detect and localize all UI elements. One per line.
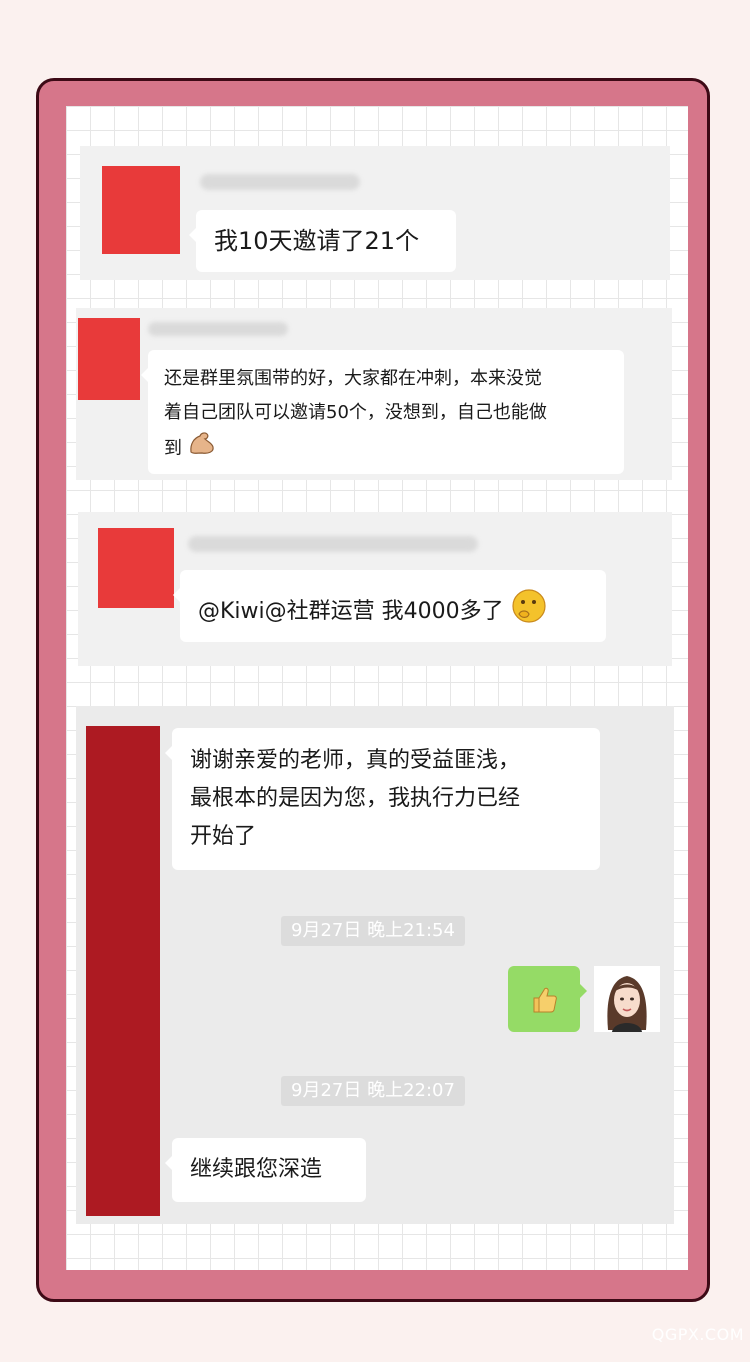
message-text: 我10天邀请了21个 — [214, 227, 420, 255]
my-message-bubble[interactable] — [508, 966, 587, 1032]
avatar[interactable] — [98, 528, 174, 608]
message-bubble[interactable]: @Kiwi@社群运营 我4000多了 — [173, 570, 606, 642]
message-bubble[interactable]: 还是群里氛围带的好，大家都在冲刺，本来没觉 着自己团队可以邀请50个，没想到，自… — [141, 350, 624, 474]
thumbs-up-icon — [528, 984, 560, 1020]
timestamp: 9月27日 晚上21:54 — [281, 916, 465, 946]
message-line: 最根本的是因为您，我执行力已经 — [190, 786, 521, 811]
message-bubble[interactable]: 谢谢亲爱的老师，真的受益匪浅， 最根本的是因为您，我执行力已经 开始了 — [165, 728, 600, 870]
flexed-biceps-icon — [188, 430, 216, 468]
avatar[interactable] — [102, 166, 180, 254]
message-line: 着自己团队可以邀请50个，没想到，自己也能做 — [164, 402, 547, 423]
message-text: @Kiwi@社群运营 我4000多了 — [198, 599, 504, 624]
message-text: 继续跟您深造 — [190, 1157, 323, 1182]
blurred-username — [148, 322, 288, 336]
timestamp: 9月27日 晚上22:07 — [281, 1076, 465, 1106]
blurred-username — [200, 174, 360, 190]
avatar[interactable] — [86, 726, 160, 1216]
message-bubble[interactable]: 我10天邀请了21个 — [189, 210, 456, 272]
watermark: QGPX.COM — [651, 1325, 744, 1344]
blurred-username — [188, 536, 478, 552]
message-bubble[interactable]: 继续跟您深造 — [165, 1138, 366, 1202]
thinking-face-icon — [511, 588, 547, 636]
message-line: 开始了 — [190, 824, 257, 849]
my-avatar[interactable] — [594, 966, 660, 1032]
message-line: 还是群里氛围带的好，大家都在冲刺，本来没觉 — [164, 368, 542, 389]
message-line: 谢谢亲爱的老师，真的受益匪浅， — [190, 748, 521, 773]
message-line: 到 — [164, 438, 182, 459]
avatar[interactable] — [78, 318, 140, 400]
